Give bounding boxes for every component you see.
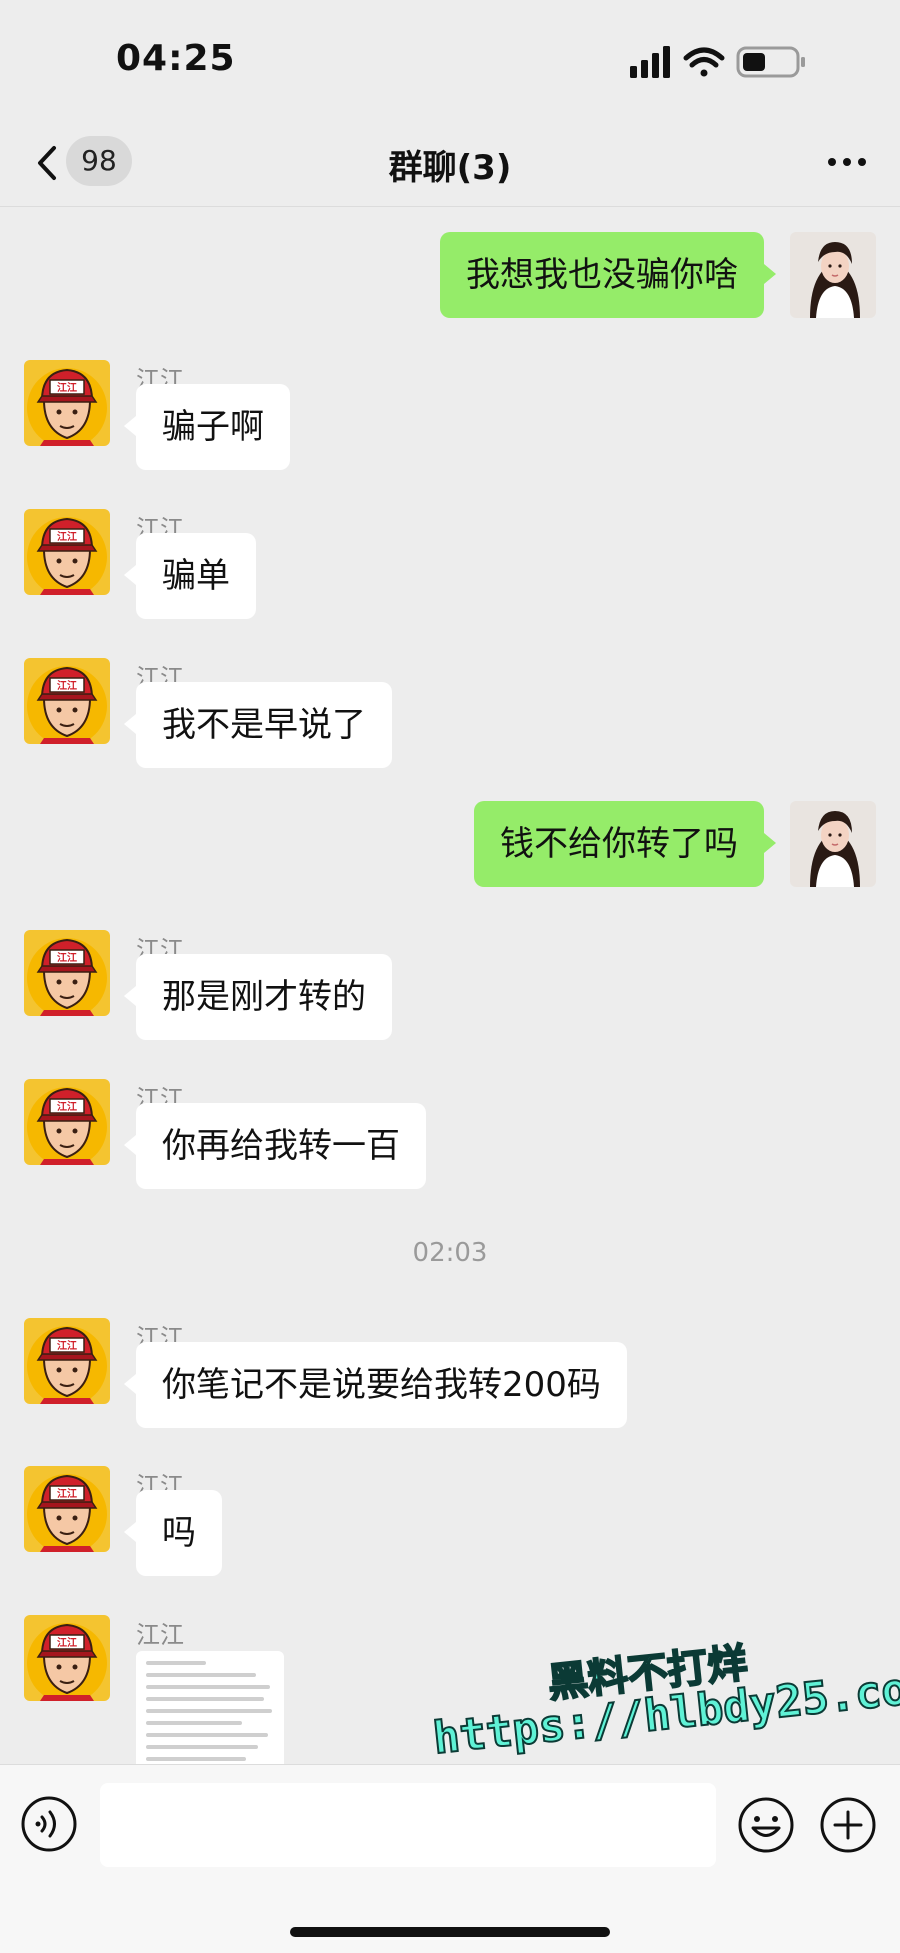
outgoing-message-bubble[interactable]: 我想我也没骗你啥	[440, 232, 776, 318]
incoming-message-bubble[interactable]: 吗	[124, 1490, 222, 1576]
chat-title: 群聊(3)	[388, 148, 512, 188]
my-avatar[interactable]	[790, 801, 876, 887]
status-bar: 04:25	[0, 0, 900, 120]
incoming-message-bubble[interactable]: 我不是早说了	[124, 682, 392, 768]
sender-avatar[interactable]: 江江	[24, 509, 110, 595]
my-avatar[interactable]	[790, 232, 876, 318]
input-bar	[0, 1764, 900, 1953]
avatar-badge-text: 江江	[57, 1487, 77, 1500]
avatar-badge-text: 江江	[57, 1339, 77, 1352]
avatar-badge-text: 江江	[57, 1636, 77, 1649]
battery-icon	[736, 46, 805, 78]
avatar-badge-text: 江江	[57, 1100, 77, 1113]
sender-avatar[interactable]: 江江	[24, 1318, 110, 1404]
incoming-message-bubble[interactable]: 那是刚才转的	[124, 954, 392, 1040]
document-text-line	[146, 1661, 206, 1665]
sender-avatar[interactable]: 江江	[24, 658, 110, 744]
document-text-line	[146, 1697, 264, 1701]
add-attachment-icon[interactable]	[818, 1795, 878, 1855]
incoming-message-bubble[interactable]: 你笔记不是说要给我转200码	[124, 1342, 627, 1428]
document-text-line	[146, 1757, 246, 1761]
message-input[interactable]	[100, 1783, 716, 1867]
outgoing-message-bubble[interactable]: 钱不给你转了吗	[474, 801, 776, 887]
status-time: 04:25	[116, 38, 236, 79]
signal-icon	[630, 46, 670, 78]
message-timestamp: 02:03	[412, 1238, 488, 1268]
home-indicator	[290, 1927, 610, 1937]
avatar-badge-text: 江江	[57, 530, 77, 543]
document-text-line	[146, 1721, 242, 1725]
avatar-badge-text: 江江	[57, 679, 77, 692]
sender-name: 江江	[136, 1621, 184, 1649]
document-text-line	[146, 1733, 268, 1737]
voice-input-icon[interactable]	[20, 1795, 78, 1853]
wifi-icon	[683, 47, 725, 77]
watermark: 黑料不打烊 https://hlbdy25.com	[425, 1617, 900, 1773]
avatar-badge-text: 江江	[57, 381, 77, 394]
document-text-line	[146, 1685, 270, 1689]
emoji-icon[interactable]	[736, 1795, 796, 1855]
document-text-line	[146, 1745, 258, 1749]
document-text-line	[146, 1709, 272, 1713]
sender-avatar[interactable]: 江江	[24, 930, 110, 1016]
sender-avatar[interactable]: 江江	[24, 1079, 110, 1165]
incoming-message-bubble[interactable]: 你再给我转一百	[124, 1103, 426, 1189]
incoming-message-bubble[interactable]: 骗子啊	[124, 384, 290, 470]
status-icons	[630, 46, 805, 78]
sender-avatar[interactable]: 江江	[24, 1615, 110, 1701]
document-text-line	[146, 1673, 256, 1677]
image-message-thumbnail[interactable]	[136, 1651, 284, 1775]
incoming-message-bubble[interactable]: 骗单	[124, 533, 256, 619]
more-options-icon[interactable]	[822, 142, 872, 182]
avatar-badge-text: 江江	[57, 951, 77, 964]
sender-avatar[interactable]: 江江	[24, 1466, 110, 1552]
sender-avatar[interactable]: 江江	[24, 360, 110, 446]
chat-header: 98 群聊(3)	[0, 120, 900, 207]
